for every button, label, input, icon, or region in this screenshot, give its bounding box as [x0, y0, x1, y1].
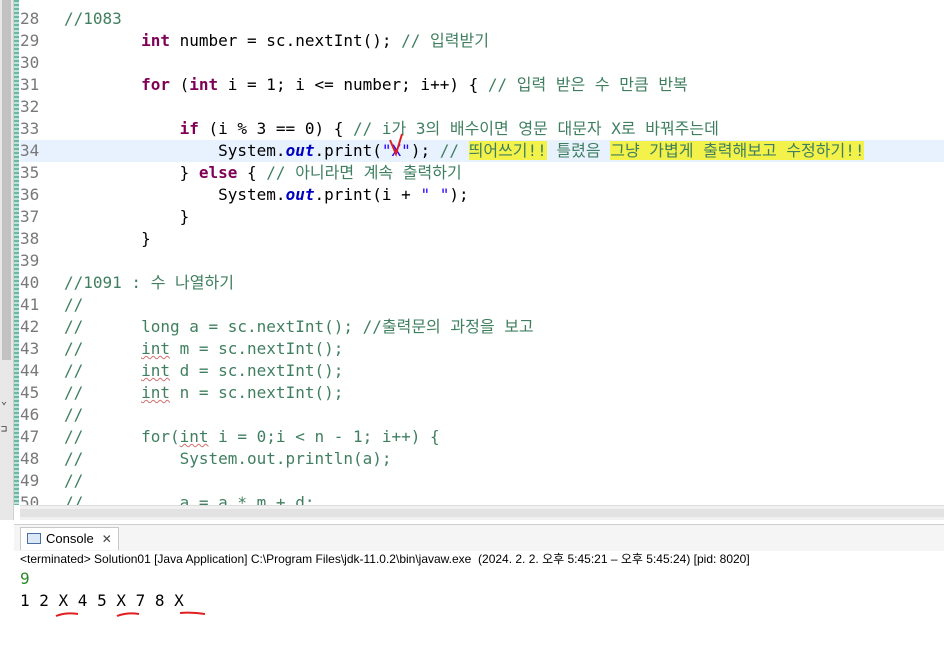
code-text: //1083 [64, 9, 122, 28]
code-line[interactable]: 33 if (i % 3 == 0) { // i가 3의 배수이면 영문 대문… [20, 118, 944, 140]
chevron-down-icon[interactable]: ⌄ [1, 396, 7, 407]
code-line[interactable]: 29 int number = sc.nextInt(); // 입력받기 [20, 30, 944, 52]
line-number: 41 [20, 295, 40, 314]
line-number: 44 [20, 361, 40, 380]
line-number: 29 [20, 31, 40, 50]
code-text: } [64, 207, 190, 226]
code-line[interactable]: 40 //1091 : 수 나열하기 [20, 272, 944, 294]
line-number: 32 [20, 97, 40, 116]
terminated-status: <terminated> Solution01 [Java Applicatio… [20, 552, 750, 566]
horizontal-scrollbar-thumb[interactable] [20, 509, 944, 517]
editor-ruler [14, 0, 19, 505]
code-line[interactable]: 32 [20, 96, 944, 118]
code-text: // int d = sc.nextInt(); [64, 361, 344, 380]
code-line[interactable]: 34 System.out.print("X"); // 띄어쓰기!! 틀렸음 … [20, 140, 944, 162]
line-number: 37 [20, 207, 40, 226]
code-text: // int m = sc.nextInt(); [64, 339, 344, 358]
console-tab-bar: Console ✕ [14, 524, 944, 551]
tab-console[interactable]: Console ✕ [20, 527, 119, 550]
line-number: 49 [20, 471, 40, 490]
code-line[interactable]: 48 // System.out.println(a); [20, 448, 944, 470]
console-tab-label: Console [46, 531, 94, 546]
code-line[interactable]: 42 // long a = sc.nextInt(); //출력문의 과정을 보… [20, 316, 944, 338]
code-text: // long a = sc.nextInt(); //출력문의 과정을 보고 [64, 317, 534, 336]
line-number: 36 [20, 185, 40, 204]
red-underline-annotation [179, 611, 206, 615]
line-number: 28 [20, 9, 40, 28]
code-line[interactable]: 41 // [20, 294, 944, 316]
left-scrollbar-thumb[interactable] [2, 0, 11, 360]
code-text: // [64, 405, 84, 424]
code-line[interactable]: 43 // int m = sc.nextInt(); [20, 338, 944, 360]
line-number: 48 [20, 449, 40, 468]
line-number: 34 [20, 141, 40, 160]
code-line[interactable]: 36 System.out.print(i + " "); [20, 184, 944, 206]
console-output-input-echo: 9 [20, 569, 30, 588]
panel-edge-marker: ⊐ [1, 424, 8, 435]
line-number: 35 [20, 163, 40, 182]
code-text: // for(int i = 0;i < n - 1; i++) { [64, 427, 440, 446]
line-number: 42 [20, 317, 40, 336]
left-panel-strip: ⌄ ⊐ [0, 0, 14, 520]
console-icon [27, 533, 41, 544]
line-number: 46 [20, 405, 40, 424]
line-number: 31 [20, 75, 40, 94]
code-line[interactable]: 35 } else { // 아니라면 계속 출력하기 [20, 162, 944, 184]
code-text: // [64, 295, 84, 314]
red-underline-annotation [116, 612, 140, 617]
code-editor[interactable]: 28 //1083 29 int number = sc.nextInt(); //… [20, 0, 944, 505]
code-text: } [64, 229, 151, 248]
line-number: 30 [20, 53, 40, 72]
code-line[interactable]: 30 [20, 52, 944, 74]
code-line[interactable]: 28 //1083 [20, 8, 944, 30]
line-number: 33 [20, 119, 40, 138]
code-line[interactable]: 46 // [20, 404, 944, 426]
code-text: //1091 : 수 나열하기 [64, 273, 234, 292]
line-number: 45 [20, 383, 40, 402]
line-number: 39 [20, 251, 40, 270]
code-line[interactable]: 45 // int n = sc.nextInt(); [20, 382, 944, 404]
code-text: int number = sc.nextInt(); // 입력받기 [141, 31, 489, 50]
code-line[interactable]: 37 } [20, 206, 944, 228]
code-line[interactable]: 38 } [20, 228, 944, 250]
code-text: System.out.print(i + " "); [64, 185, 469, 204]
code-line[interactable]: 47 // for(int i = 0;i < n - 1; i++) { [20, 426, 944, 448]
code-line[interactable]: 49 // [20, 470, 944, 492]
code-text: System.out.print("X"); // 띄어쓰기!! 틀렸음 그냥 … [64, 141, 865, 160]
console-output-result: 1 2 X 4 5 X 7 8 X [20, 591, 194, 610]
line-number: 38 [20, 229, 40, 248]
code-line[interactable]: 44 // int d = sc.nextInt(); [20, 360, 944, 382]
line-number: 43 [20, 339, 40, 358]
code-line[interactable]: 31 for (int i = 1; i <= number; i++) { /… [20, 74, 944, 96]
code-text: // a = a * m + d; [64, 493, 315, 505]
horizontal-scrollbar[interactable] [20, 505, 944, 520]
red-underline-annotation [55, 612, 79, 617]
code-text: // [64, 471, 84, 490]
line-number: 40 [20, 273, 40, 292]
code-text: } else { // 아니라면 계속 출력하기 [64, 163, 462, 182]
code-text: for (int i = 1; i <= number; i++) { // 입… [141, 75, 688, 94]
line-number: 47 [20, 427, 40, 446]
close-icon[interactable]: ✕ [102, 532, 112, 546]
code-line[interactable]: 50 // a = a * m + d; [20, 492, 944, 505]
code-line[interactable]: 39 [20, 250, 944, 272]
code-text: // System.out.println(a); [64, 449, 392, 468]
code-text: // int n = sc.nextInt(); [64, 383, 344, 402]
code-text: if (i % 3 == 0) { // i가 3의 배수이면 영문 대문자 X… [179, 119, 719, 138]
line-number: 50 [20, 493, 40, 505]
